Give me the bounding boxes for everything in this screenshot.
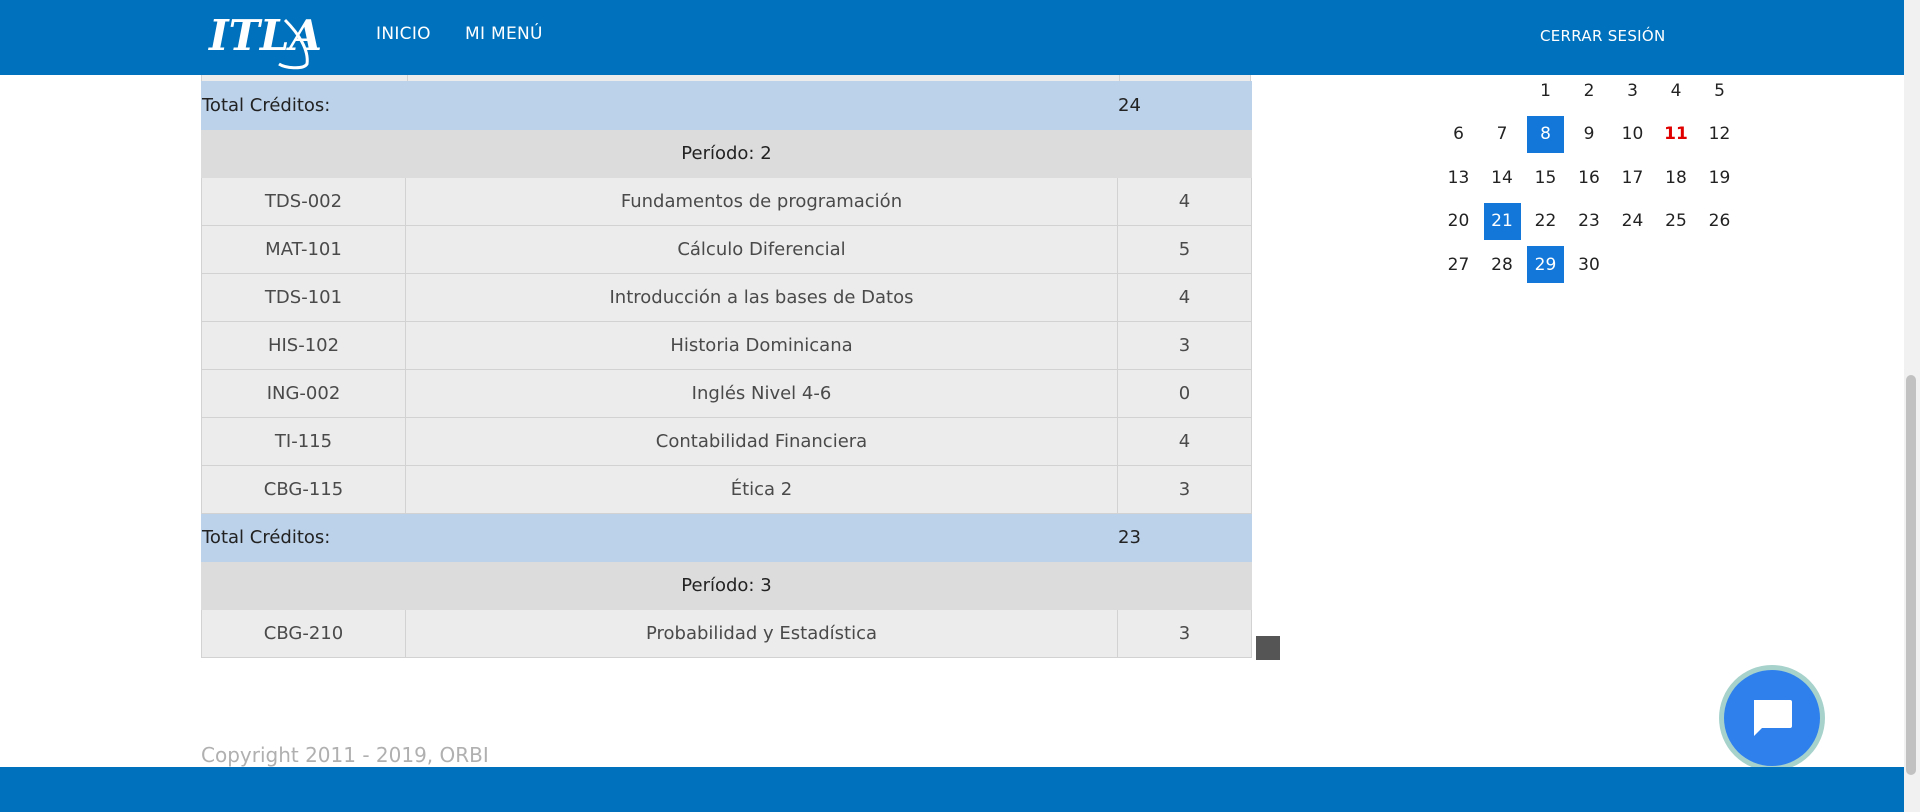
nav-mi-menu[interactable]: MI MENÚ bbox=[465, 24, 543, 44]
scrollbar-thumb[interactable] bbox=[1906, 375, 1916, 775]
course-code: TDS-101 bbox=[201, 273, 406, 322]
calendar-day[interactable]: 4 bbox=[1658, 72, 1695, 109]
top-navbar: ITLA INICIO MI MENÚ CERRAR SESIÓN bbox=[0, 0, 1904, 75]
table-row: HIS-102 Historia Dominicana 3 bbox=[201, 321, 1252, 370]
itla-logo[interactable]: ITLA bbox=[207, 6, 332, 70]
calendar-day[interactable]: 22 bbox=[1527, 203, 1564, 240]
courses-table: Total Créditos: 24 Período: 2 TDS-002 Fu… bbox=[201, 81, 1252, 658]
nav-inicio[interactable]: INICIO bbox=[376, 24, 431, 44]
calendar-day[interactable]: 5 bbox=[1701, 72, 1738, 109]
table-row: CBG-210 Probabilidad y Estadística 3 bbox=[201, 609, 1252, 658]
total-value: 23 bbox=[1117, 513, 1252, 562]
calendar-day[interactable]: 20 bbox=[1440, 203, 1477, 240]
calendar-day[interactable]: 9 bbox=[1571, 116, 1608, 153]
calendar-day[interactable]: 14 bbox=[1484, 159, 1521, 196]
footer-bar bbox=[0, 767, 1904, 812]
calendar-empty-cell bbox=[1484, 72, 1521, 109]
calendar-day[interactable]: 1 bbox=[1527, 72, 1564, 109]
course-code: TI-115 bbox=[201, 417, 406, 466]
chat-bubble-icon bbox=[1754, 700, 1792, 736]
calendar-empty-cell bbox=[1440, 72, 1477, 109]
course-name: Introducción a las bases de Datos bbox=[405, 273, 1118, 322]
course-code: CBG-210 bbox=[201, 609, 406, 658]
calendar-widget: 1 2 3 4 5 6 7 8 9 10 11 12 13 14 15 16 17 18 19 20 21 22 23 24 2… bbox=[1440, 72, 1748, 290]
course-code: HIS-102 bbox=[201, 321, 406, 370]
course-code: TDS-002 bbox=[201, 177, 406, 226]
chat-button[interactable] bbox=[1719, 665, 1825, 771]
total-label: Total Créditos: bbox=[201, 513, 406, 562]
total-row: Total Créditos: 23 bbox=[201, 513, 1252, 562]
calendar-day[interactable]: 16 bbox=[1571, 159, 1608, 196]
period-title: Período: 2 bbox=[201, 129, 1252, 178]
course-name: Ética 2 bbox=[405, 465, 1118, 514]
table-row: CBG-115 Ética 2 3 bbox=[201, 465, 1252, 514]
table-row: ING-002 Inglés Nivel 4-6 0 bbox=[201, 369, 1252, 418]
course-name: Contabilidad Financiera bbox=[405, 417, 1118, 466]
calendar-day[interactable]: 2 bbox=[1571, 72, 1608, 109]
calendar-day[interactable]: 28 bbox=[1484, 246, 1521, 283]
calendar-day[interactable]: 10 bbox=[1614, 116, 1651, 153]
course-credits: 5 bbox=[1117, 225, 1252, 274]
course-code: MAT-101 bbox=[201, 225, 406, 274]
calendar-day[interactable]: 25 bbox=[1658, 203, 1695, 240]
table-row: TDS-101 Introducción a las bases de Dato… bbox=[201, 273, 1252, 322]
calendar-day[interactable]: 18 bbox=[1658, 159, 1695, 196]
calendar-day[interactable]: 26 bbox=[1701, 203, 1738, 240]
calendar-day[interactable]: 11 bbox=[1658, 116, 1695, 153]
course-credits: 4 bbox=[1117, 273, 1252, 322]
course-credits: 4 bbox=[1117, 417, 1252, 466]
calendar-week: 20 21 22 23 24 25 26 bbox=[1440, 202, 1748, 247]
calendar-empty-cell bbox=[1658, 246, 1695, 283]
total-value: 24 bbox=[1117, 81, 1252, 130]
calendar-day[interactable]: 6 bbox=[1440, 116, 1477, 153]
table-row: TDS-002 Fundamentos de programación 4 bbox=[201, 177, 1252, 226]
calendar-week: 27 28 29 30 bbox=[1440, 246, 1748, 290]
calendar-empty-cell bbox=[1701, 246, 1738, 283]
period-header: Período: 3 bbox=[201, 561, 1252, 610]
calendar-week: 12345 bbox=[1440, 72, 1748, 116]
course-code: CBG-115 bbox=[201, 465, 406, 514]
table-row: MAT-101 Cálculo Diferencial 5 bbox=[201, 225, 1252, 274]
course-name: Cálculo Diferencial bbox=[405, 225, 1118, 274]
course-code: ING-002 bbox=[201, 369, 406, 418]
calendar-day[interactable]: 21 bbox=[1483, 202, 1521, 240]
calendar-day[interactable]: 7 bbox=[1484, 116, 1521, 153]
table-row: TI-115 Contabilidad Financiera 4 bbox=[201, 417, 1252, 466]
calendar-day[interactable]: 17 bbox=[1614, 159, 1651, 196]
period-title: Período: 3 bbox=[201, 561, 1252, 610]
course-name: Fundamentos de programación bbox=[405, 177, 1118, 226]
back-to-top-button[interactable] bbox=[1256, 636, 1280, 660]
copyright-text: Copyright 2011 - 2019, ORBI bbox=[201, 743, 489, 767]
course-name: Probabilidad y Estadística bbox=[405, 609, 1118, 658]
calendar-week: 13 14 15 16 17 18 19 bbox=[1440, 159, 1748, 203]
course-credits: 3 bbox=[1117, 321, 1252, 370]
total-label: Total Créditos: bbox=[201, 81, 406, 130]
calendar-day[interactable]: 23 bbox=[1571, 203, 1608, 240]
calendar-week: 6 7 8 9 10 11 12 bbox=[1440, 115, 1748, 160]
calendar-empty-cell bbox=[1614, 246, 1651, 283]
calendar-day[interactable]: 24 bbox=[1614, 203, 1651, 240]
course-credits: 3 bbox=[1117, 609, 1252, 658]
course-credits: 0 bbox=[1117, 369, 1252, 418]
calendar-day[interactable]: 30 bbox=[1571, 246, 1608, 283]
calendar-day[interactable]: 27 bbox=[1440, 246, 1477, 283]
calendar-day[interactable]: 29 bbox=[1527, 246, 1564, 283]
calendar-day[interactable]: 19 bbox=[1701, 159, 1738, 196]
calendar-day[interactable]: 13 bbox=[1440, 159, 1477, 196]
course-credits: 3 bbox=[1117, 465, 1252, 514]
calendar-day[interactable]: 8 bbox=[1527, 115, 1564, 153]
course-name: Inglés Nivel 4-6 bbox=[405, 369, 1118, 418]
total-row: Total Créditos: 24 bbox=[201, 81, 1252, 130]
calendar-day[interactable]: 15 bbox=[1527, 159, 1564, 196]
calendar-day[interactable]: 12 bbox=[1701, 116, 1738, 153]
course-credits: 4 bbox=[1117, 177, 1252, 226]
calendar-day[interactable]: 3 bbox=[1614, 72, 1651, 109]
period-header: Período: 2 bbox=[201, 129, 1252, 178]
logout-link[interactable]: CERRAR SESIÓN bbox=[1540, 27, 1666, 45]
course-name: Historia Dominicana bbox=[405, 321, 1118, 370]
